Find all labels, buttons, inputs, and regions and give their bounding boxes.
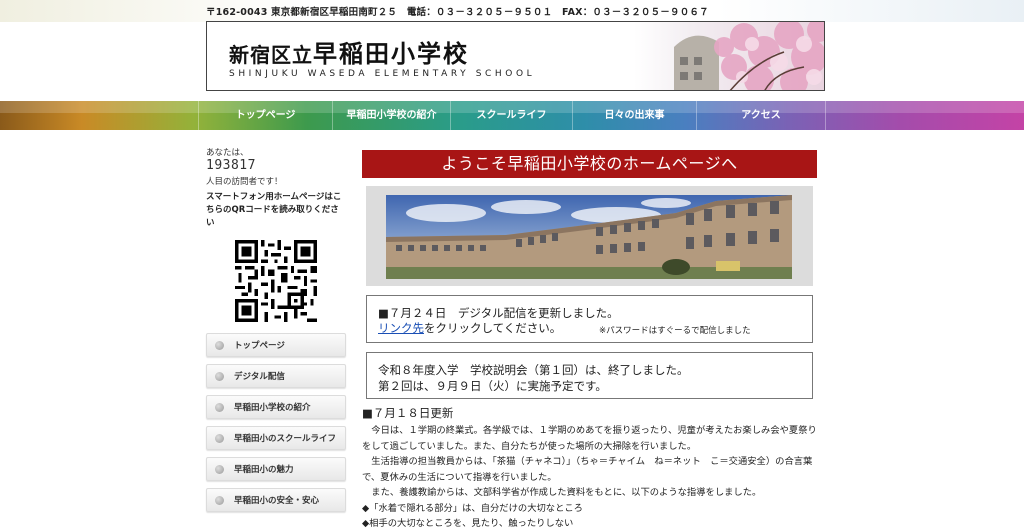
visitor-label: あなたは、 <box>206 148 249 158</box>
sidebar-link-top[interactable]: トップページ <box>206 333 346 357</box>
visitor-suffix: 人目の訪問者です！ <box>206 177 283 187</box>
sidebar-link-label: 早稲田小の安全・安心 <box>234 496 320 506</box>
notice-briefing: 令和８年度入学 学校説明会（第１回）は、終了しました。 第２回は、９月９日（火）… <box>366 352 813 399</box>
update-heading: ■７月１８日更新 <box>362 406 454 420</box>
sidebar-link-label: 早稲田小学校の紹介 <box>234 403 311 413</box>
update-body: 今日は、１学期の終業式。各学級では、１学期のめあてを振り返ったり、児童が考えたお… <box>362 423 822 532</box>
update-paragraph: ◆「水着で隠れる部分」は、自分だけの大切なところ <box>362 502 583 514</box>
update-paragraph: 生活指導の担当教員からは、「茶猫（チャネコ）」（ちゃ＝チャイム ね＝ネット こ＝… <box>362 456 813 483</box>
nav-tab-school-life[interactable]: スクールライフ <box>450 101 572 130</box>
notice-digital-title: ■７月２４日 デジタル配信を更新しました。 <box>378 306 619 320</box>
nav-tab-top[interactable]: トップページ <box>198 101 332 130</box>
site-title-main: 早稲田小学校 <box>313 39 469 68</box>
sidebar-link-label: トップページ <box>234 341 285 351</box>
notice-digital-rest: をクリックしてください。 <box>424 321 562 335</box>
bullet-icon <box>215 341 224 350</box>
notice-digital-update: ■７月２４日 デジタル配信を更新しました。 リンク先をクリックしてください。 ※… <box>366 295 813 343</box>
bullet-icon <box>215 465 224 474</box>
qr-code-image[interactable] <box>235 240 317 322</box>
nav-tab-access[interactable]: アクセス <box>696 101 826 130</box>
sidebar-link-label: デジタル配信 <box>234 372 285 382</box>
sidebar-link-digital[interactable]: デジタル配信 <box>206 364 346 388</box>
nav-tab-about[interactable]: 早稲田小学校の紹介 <box>332 101 450 130</box>
update-paragraph: ◆相手の大切なところを、見たり、触ったりしない <box>362 518 574 529</box>
bullet-icon <box>215 403 224 412</box>
site-title-english: SHINJUKU WASEDA ELEMENTARY SCHOOL <box>229 69 536 79</box>
site-title: 新宿区立早稲田小学校 <box>229 34 469 69</box>
password-note: ※パスワードはすぐーるで配信しました <box>599 326 751 336</box>
welcome-banner: ようこそ早稲田小学校のホームページへ <box>362 150 817 178</box>
sidebar-link-school-life[interactable]: 早稲田小のスクールライフ <box>206 426 346 450</box>
cherry-blossom-image <box>634 22 824 90</box>
bullet-icon <box>215 496 224 505</box>
bullet-icon <box>215 372 224 381</box>
visitor-counter: 193817 <box>206 158 256 173</box>
qr-note: スマートフォン用ホームページはこちらのQRコードを読み取りください <box>206 192 342 228</box>
update-paragraph: 今日は、１学期の終業式。各学級では、１学期のめあてを振り返ったり、児童が考えたお… <box>362 425 817 452</box>
site-banner[interactable]: 新宿区立早稲田小学校 SHINJUKU WASEDA ELEMENTARY SC… <box>206 21 825 91</box>
school-address: 〒162-0043 東京都新宿区早稲田南町２５ 電話：０３－３２０５－９５０１ … <box>206 7 709 18</box>
site-title-prefix: 新宿区立 <box>229 43 313 67</box>
bullet-icon <box>215 434 224 443</box>
sidebar-link-safety[interactable]: 早稲田小の安全・安心 <box>206 488 346 512</box>
notice-briefing-line1: 令和８年度入学 学校説明会（第１回）は、終了しました。 <box>378 363 689 377</box>
sidebar-link-charm[interactable]: 早稲田小の魅力 <box>206 457 346 481</box>
nav-tab-daily-events[interactable]: 日々の出来事 <box>572 101 696 130</box>
update-paragraph: また、養護教諭からは、文部科学省が作成した資料をもとに、以下のような指導をしまし… <box>362 487 762 498</box>
sidebar-link-about[interactable]: 早稲田小学校の紹介 <box>206 395 346 419</box>
school-building-photo <box>386 195 792 279</box>
sidebar-link-label: 早稲田小の魅力 <box>234 465 294 475</box>
notice-digital-body: リンク先をクリックしてください。 <box>378 320 561 336</box>
sidebar-link-label: 早稲田小のスクールライフ <box>234 434 337 444</box>
digital-link[interactable]: リンク先 <box>378 321 424 335</box>
notice-briefing-line2: 第２回は、９月９日（火）に実施予定です。 <box>378 379 607 393</box>
